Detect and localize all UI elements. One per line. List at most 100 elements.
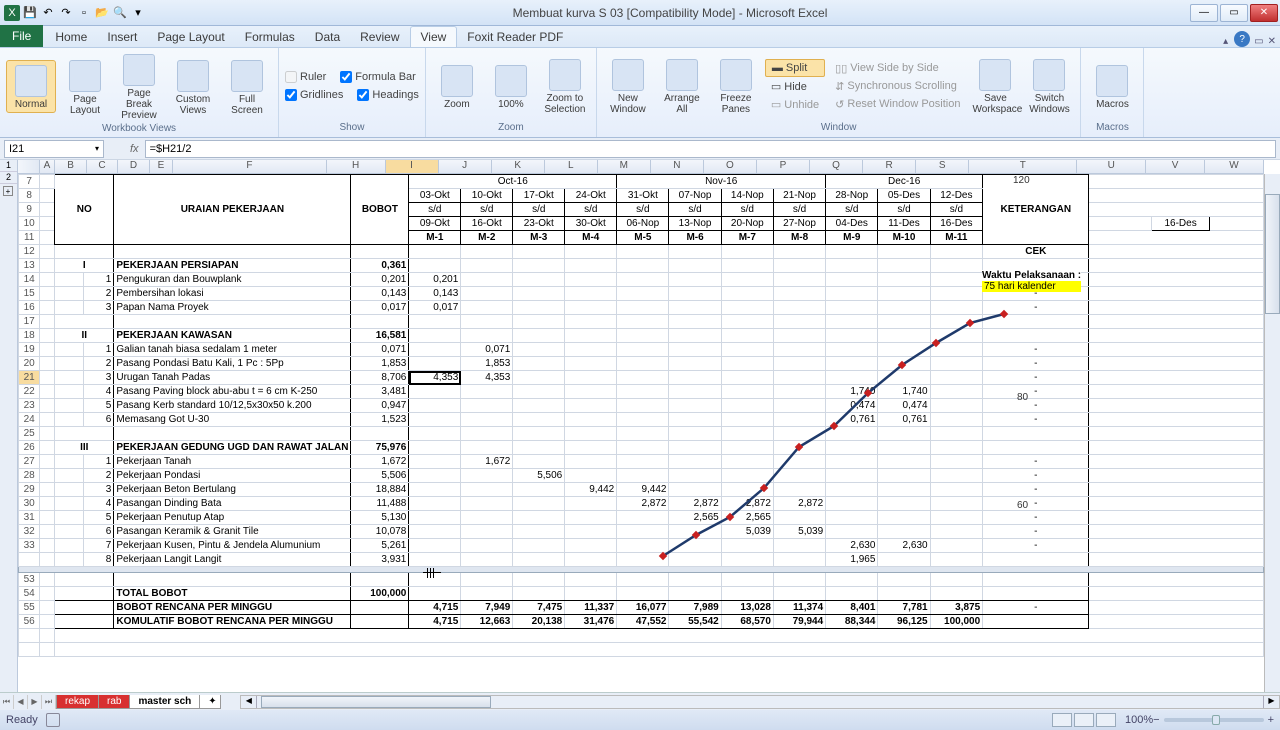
sheet-tab-rab[interactable]: rab <box>98 695 130 709</box>
select-all[interactable] <box>18 160 40 174</box>
col-W[interactable]: W <box>1205 160 1264 174</box>
hscroll-right[interactable]: ▶ <box>1263 696 1279 708</box>
zoom-level[interactable]: 100% <box>1125 714 1153 726</box>
col-M[interactable]: M <box>598 160 651 174</box>
formula-bar-checkbox[interactable]: Formula Bar <box>340 71 416 83</box>
col-V[interactable]: V <box>1146 160 1205 174</box>
scroll-thumb[interactable] <box>1265 194 1280 314</box>
doc-restore-icon[interactable]: ▭ <box>1254 36 1263 47</box>
normal-view-status[interactable] <box>1052 713 1072 727</box>
full-screen-button[interactable]: Full Screen <box>222 56 272 118</box>
col-L[interactable]: L <box>545 160 598 174</box>
outline-bar[interactable]: 12 + <box>0 160 18 692</box>
page-break-icon <box>123 54 155 86</box>
col-O[interactable]: O <box>704 160 757 174</box>
hscroll-left[interactable]: ◀ <box>241 696 257 708</box>
tab-insert[interactable]: Insert <box>97 27 147 47</box>
sheet-nav-first[interactable]: ⏮ <box>0 695 14 709</box>
new-icon[interactable]: ▫ <box>76 5 92 21</box>
col-E[interactable]: E <box>150 160 174 174</box>
ribbon-minimize-icon[interactable]: ▴ <box>1223 36 1228 47</box>
col-K[interactable]: K <box>492 160 545 174</box>
col-J[interactable]: J <box>439 160 492 174</box>
horizontal-scrollbar[interactable]: ◀ ▶ <box>240 695 1280 709</box>
tab-home[interactable]: Home <box>45 27 97 47</box>
sheet-nav-next[interactable]: ▶ <box>28 695 42 709</box>
tab-page-layout[interactable]: Page Layout <box>147 27 234 47</box>
save-workspace-button[interactable]: Save Workspace <box>970 55 1020 117</box>
col-N[interactable]: N <box>651 160 704 174</box>
sheet-tab-rekap[interactable]: rekap <box>56 695 99 709</box>
col-S[interactable]: S <box>916 160 969 174</box>
arrange-all-button[interactable]: Arrange All <box>657 55 707 117</box>
col-C[interactable]: C <box>87 160 118 174</box>
page-break-status[interactable] <box>1096 713 1116 727</box>
sheet-nav-last[interactable]: ⏭ <box>42 695 56 709</box>
new-window-button[interactable]: New Window <box>603 55 653 117</box>
new-sheet-button[interactable]: ✦ <box>199 695 221 709</box>
redo-icon[interactable]: ↷ <box>58 5 74 21</box>
col-R[interactable]: R <box>863 160 916 174</box>
doc-close-icon[interactable]: ✕ <box>1268 36 1276 47</box>
dropdown-icon[interactable]: ▾ <box>95 144 99 153</box>
tab-formulas[interactable]: Formulas <box>235 27 305 47</box>
col-D[interactable]: D <box>118 160 149 174</box>
undo-icon[interactable]: ↶ <box>40 5 56 21</box>
zoom-selection-button[interactable]: Zoom to Selection <box>540 55 590 117</box>
column-headers[interactable]: A B C D E F H I J K L M N O P Q R S T U … <box>18 160 1264 174</box>
zoom-out-button[interactable]: − <box>1153 714 1159 726</box>
vertical-scrollbar[interactable] <box>1264 174 1280 692</box>
gridlines-checkbox[interactable]: Gridlines <box>285 89 343 101</box>
freeze-panes-button[interactable]: Freeze Panes <box>711 55 761 117</box>
zoom-in-button[interactable]: + <box>1268 714 1274 726</box>
tab-foxit[interactable]: Foxit Reader PDF <box>457 27 573 47</box>
tab-review[interactable]: Review <box>350 27 409 47</box>
qat-dropdown-icon[interactable]: ▾ <box>130 5 146 21</box>
ruler-checkbox[interactable]: Ruler <box>285 71 326 83</box>
page-layout-status[interactable] <box>1074 713 1094 727</box>
col-P[interactable]: P <box>757 160 810 174</box>
tab-data[interactable]: Data <box>305 27 350 47</box>
col-F[interactable]: F <box>173 160 326 174</box>
col-A[interactable]: A <box>40 160 56 174</box>
tab-view[interactable]: View <box>410 26 458 47</box>
fx-icon[interactable]: fx <box>124 143 145 155</box>
close-button[interactable]: ✕ <box>1250 4 1278 22</box>
tab-file[interactable]: File <box>0 25 43 47</box>
normal-view-button[interactable]: Normal <box>6 60 56 113</box>
col-U[interactable]: U <box>1077 160 1146 174</box>
sheet-nav-prev[interactable]: ◀ <box>14 695 28 709</box>
outline-collapse-icon[interactable]: + <box>3 186 13 196</box>
sheet-tab-master-sch[interactable]: master sch <box>129 695 200 709</box>
maximize-button[interactable]: ▭ <box>1220 4 1248 22</box>
switch-windows-button[interactable]: Switch Windows <box>1024 55 1074 117</box>
page-break-button[interactable]: Page Break Preview <box>114 50 164 123</box>
headings-checkbox[interactable]: Headings <box>357 89 418 101</box>
col-Q[interactable]: Q <box>810 160 863 174</box>
col-B[interactable]: B <box>55 160 86 174</box>
split-handle[interactable] <box>423 568 441 578</box>
open-icon[interactable]: 📂 <box>94 5 110 21</box>
macros-button[interactable]: Macros <box>1087 61 1137 112</box>
print-preview-icon[interactable]: 🔍 <box>112 5 128 21</box>
col-H[interactable]: H <box>327 160 386 174</box>
col-T[interactable]: T <box>969 160 1077 174</box>
save-icon[interactable]: 💾 <box>22 5 38 21</box>
hide-button[interactable]: ▭Hide <box>765 78 825 95</box>
formula-input[interactable]: =$H21/2 <box>145 140 1276 158</box>
macro-record-icon[interactable] <box>46 713 60 727</box>
name-box[interactable]: I21▾ <box>4 140 104 158</box>
page-layout-button[interactable]: Page Layout <box>60 56 110 118</box>
split-button[interactable]: ▬Split <box>765 59 825 77</box>
zoom-100-button[interactable]: 100% <box>486 61 536 112</box>
hide-icon: ▭ <box>771 80 781 93</box>
minimize-button[interactable]: — <box>1190 4 1218 22</box>
help-icon[interactable]: ? <box>1234 31 1250 47</box>
col-I[interactable]: I <box>386 160 439 174</box>
zoom-slider[interactable] <box>1164 718 1264 722</box>
worksheet-cells[interactable]: 7NOURAIAN PEKERJAANBOBOTOct-16Nov-16Dec-… <box>18 174 1264 657</box>
zoom-button[interactable]: Zoom <box>432 61 482 112</box>
custom-views-button[interactable]: Custom Views <box>168 56 218 118</box>
ribbon: Normal Page Layout Page Break Preview Cu… <box>0 48 1280 138</box>
hscroll-thumb[interactable] <box>261 696 491 708</box>
